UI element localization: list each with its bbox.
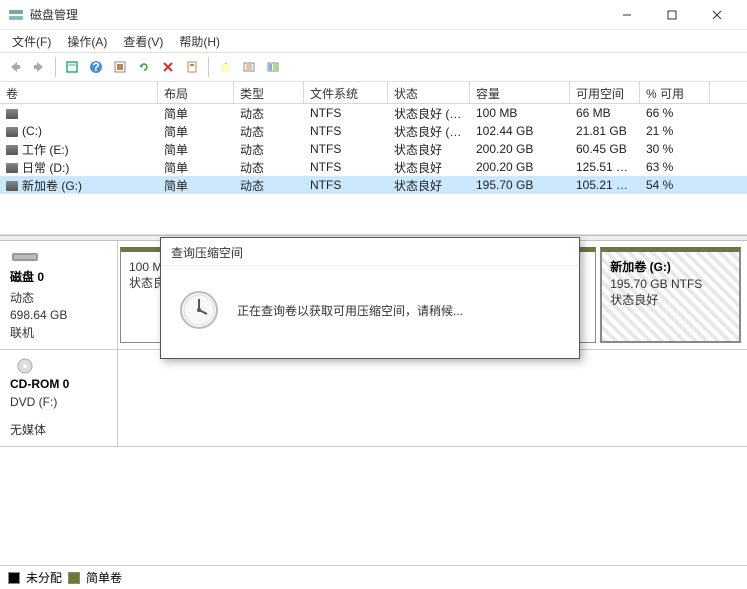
settings-button[interactable] xyxy=(109,56,131,78)
col-free[interactable]: 可用空间 xyxy=(570,82,640,103)
toolbar: ? xyxy=(0,52,747,82)
titlebar: 磁盘管理 xyxy=(0,0,747,30)
col-volume[interactable]: 卷 xyxy=(0,82,158,103)
window-controls xyxy=(604,1,739,29)
help-button[interactable]: ? xyxy=(85,56,107,78)
graphical-button[interactable] xyxy=(262,56,284,78)
cdrom-icon xyxy=(10,358,40,374)
cdrom-info[interactable]: CD-ROM 0 DVD (F:) 无媒体 xyxy=(0,350,118,446)
col-type[interactable]: 类型 xyxy=(234,82,304,103)
menu-file[interactable]: 文件(F) xyxy=(4,31,59,52)
refresh-button[interactable] xyxy=(133,56,155,78)
col-percent[interactable]: % 可用 xyxy=(640,82,710,103)
delete-button[interactable] xyxy=(157,56,179,78)
menubar: 文件(F) 操作(A) 查看(V) 帮助(H) xyxy=(0,30,747,52)
col-status[interactable]: 状态 xyxy=(388,82,470,103)
svg-text:?: ? xyxy=(92,60,99,74)
disk-size: 698.64 GB xyxy=(10,308,107,322)
cdrom-partitions xyxy=(118,350,747,446)
cdrom-drive: DVD (F:) xyxy=(10,395,107,409)
column-headers: 卷 布局 类型 文件系统 状态 容量 可用空间 % 可用 xyxy=(0,82,747,104)
table-row[interactable]: 新加卷 (G:)简单动态NTFS状态良好195.70 GB105.21 …54 … xyxy=(0,176,747,194)
back-button[interactable] xyxy=(4,56,26,78)
partition[interactable]: 新加卷 (G:)195.70 GB NTFS状态良好 xyxy=(600,247,741,343)
legend-swatch-unallocated xyxy=(8,572,20,584)
volume-icon xyxy=(6,145,18,155)
table-row[interactable]: 简单动态NTFS状态良好 (…100 MB66 MB66 % xyxy=(0,104,747,122)
minimize-button[interactable] xyxy=(604,1,649,29)
volume-icon xyxy=(6,127,18,137)
app-icon xyxy=(8,7,24,23)
dialog-title: 查询压缩空间 xyxy=(161,238,579,266)
legend-swatch-simple xyxy=(68,572,80,584)
new-button[interactable] xyxy=(214,56,236,78)
menu-help[interactable]: 帮助(H) xyxy=(171,31,228,52)
disk-name: 磁盘 0 xyxy=(10,268,107,285)
col-filesystem[interactable]: 文件系统 xyxy=(304,82,388,103)
disk-status: 联机 xyxy=(10,324,107,341)
cdrom-status: 无媒体 xyxy=(10,421,107,438)
volume-icon xyxy=(6,109,18,119)
table-row[interactable]: (C:)简单动态NTFS状态良好 (…102.44 GB21.81 GB21 % xyxy=(0,122,747,140)
window-title: 磁盘管理 xyxy=(30,6,604,23)
toolbar-separator xyxy=(55,57,56,77)
table-row[interactable]: 工作 (E:)简单动态NTFS状态良好200.20 GB60.45 GB30 % xyxy=(0,140,747,158)
table-row[interactable]: 日常 (D:)简单动态NTFS状态良好200.20 GB125.51 …63 % xyxy=(0,158,747,176)
forward-button[interactable] xyxy=(28,56,50,78)
volume-icon xyxy=(6,181,18,191)
shrink-query-dialog: 查询压缩空间 正在查询卷以获取可用压缩空间，请稍候... xyxy=(160,237,580,359)
maximize-button[interactable] xyxy=(649,1,694,29)
toolbar-separator xyxy=(208,57,209,77)
col-capacity[interactable]: 容量 xyxy=(470,82,570,103)
col-layout[interactable]: 布局 xyxy=(158,82,234,103)
volume-list[interactable]: 卷 布局 类型 文件系统 状态 容量 可用空间 % 可用 简单动态NTFS状态良… xyxy=(0,82,747,235)
disk-icon xyxy=(10,249,40,265)
legend-unallocated: 未分配 xyxy=(26,569,62,586)
menu-view[interactable]: 查看(V) xyxy=(115,31,171,52)
dialog-text: 正在查询卷以获取可用压缩空间，请稍候... xyxy=(237,302,463,319)
legend: 未分配 简单卷 xyxy=(0,565,747,589)
legend-simple: 简单卷 xyxy=(86,569,122,586)
cdrom-name: CD-ROM 0 xyxy=(10,377,107,391)
cdrom-row: CD-ROM 0 DVD (F:) 无媒体 xyxy=(0,350,747,447)
disk-info[interactable]: 磁盘 0 动态 698.64 GB 联机 xyxy=(0,241,118,349)
menu-action[interactable]: 操作(A) xyxy=(59,31,115,52)
eject-button[interactable] xyxy=(181,56,203,78)
list-button[interactable] xyxy=(238,56,260,78)
list-body: 简单动态NTFS状态良好 (…100 MB66 MB66 %(C:)简单动态NT… xyxy=(0,104,747,234)
properties-button[interactable] xyxy=(61,56,83,78)
dialog-body: 正在查询卷以获取可用压缩空间，请稍候... xyxy=(161,266,579,358)
clock-icon xyxy=(179,290,219,330)
close-button[interactable] xyxy=(694,1,739,29)
volume-icon xyxy=(6,163,18,173)
disk-type: 动态 xyxy=(10,289,107,306)
